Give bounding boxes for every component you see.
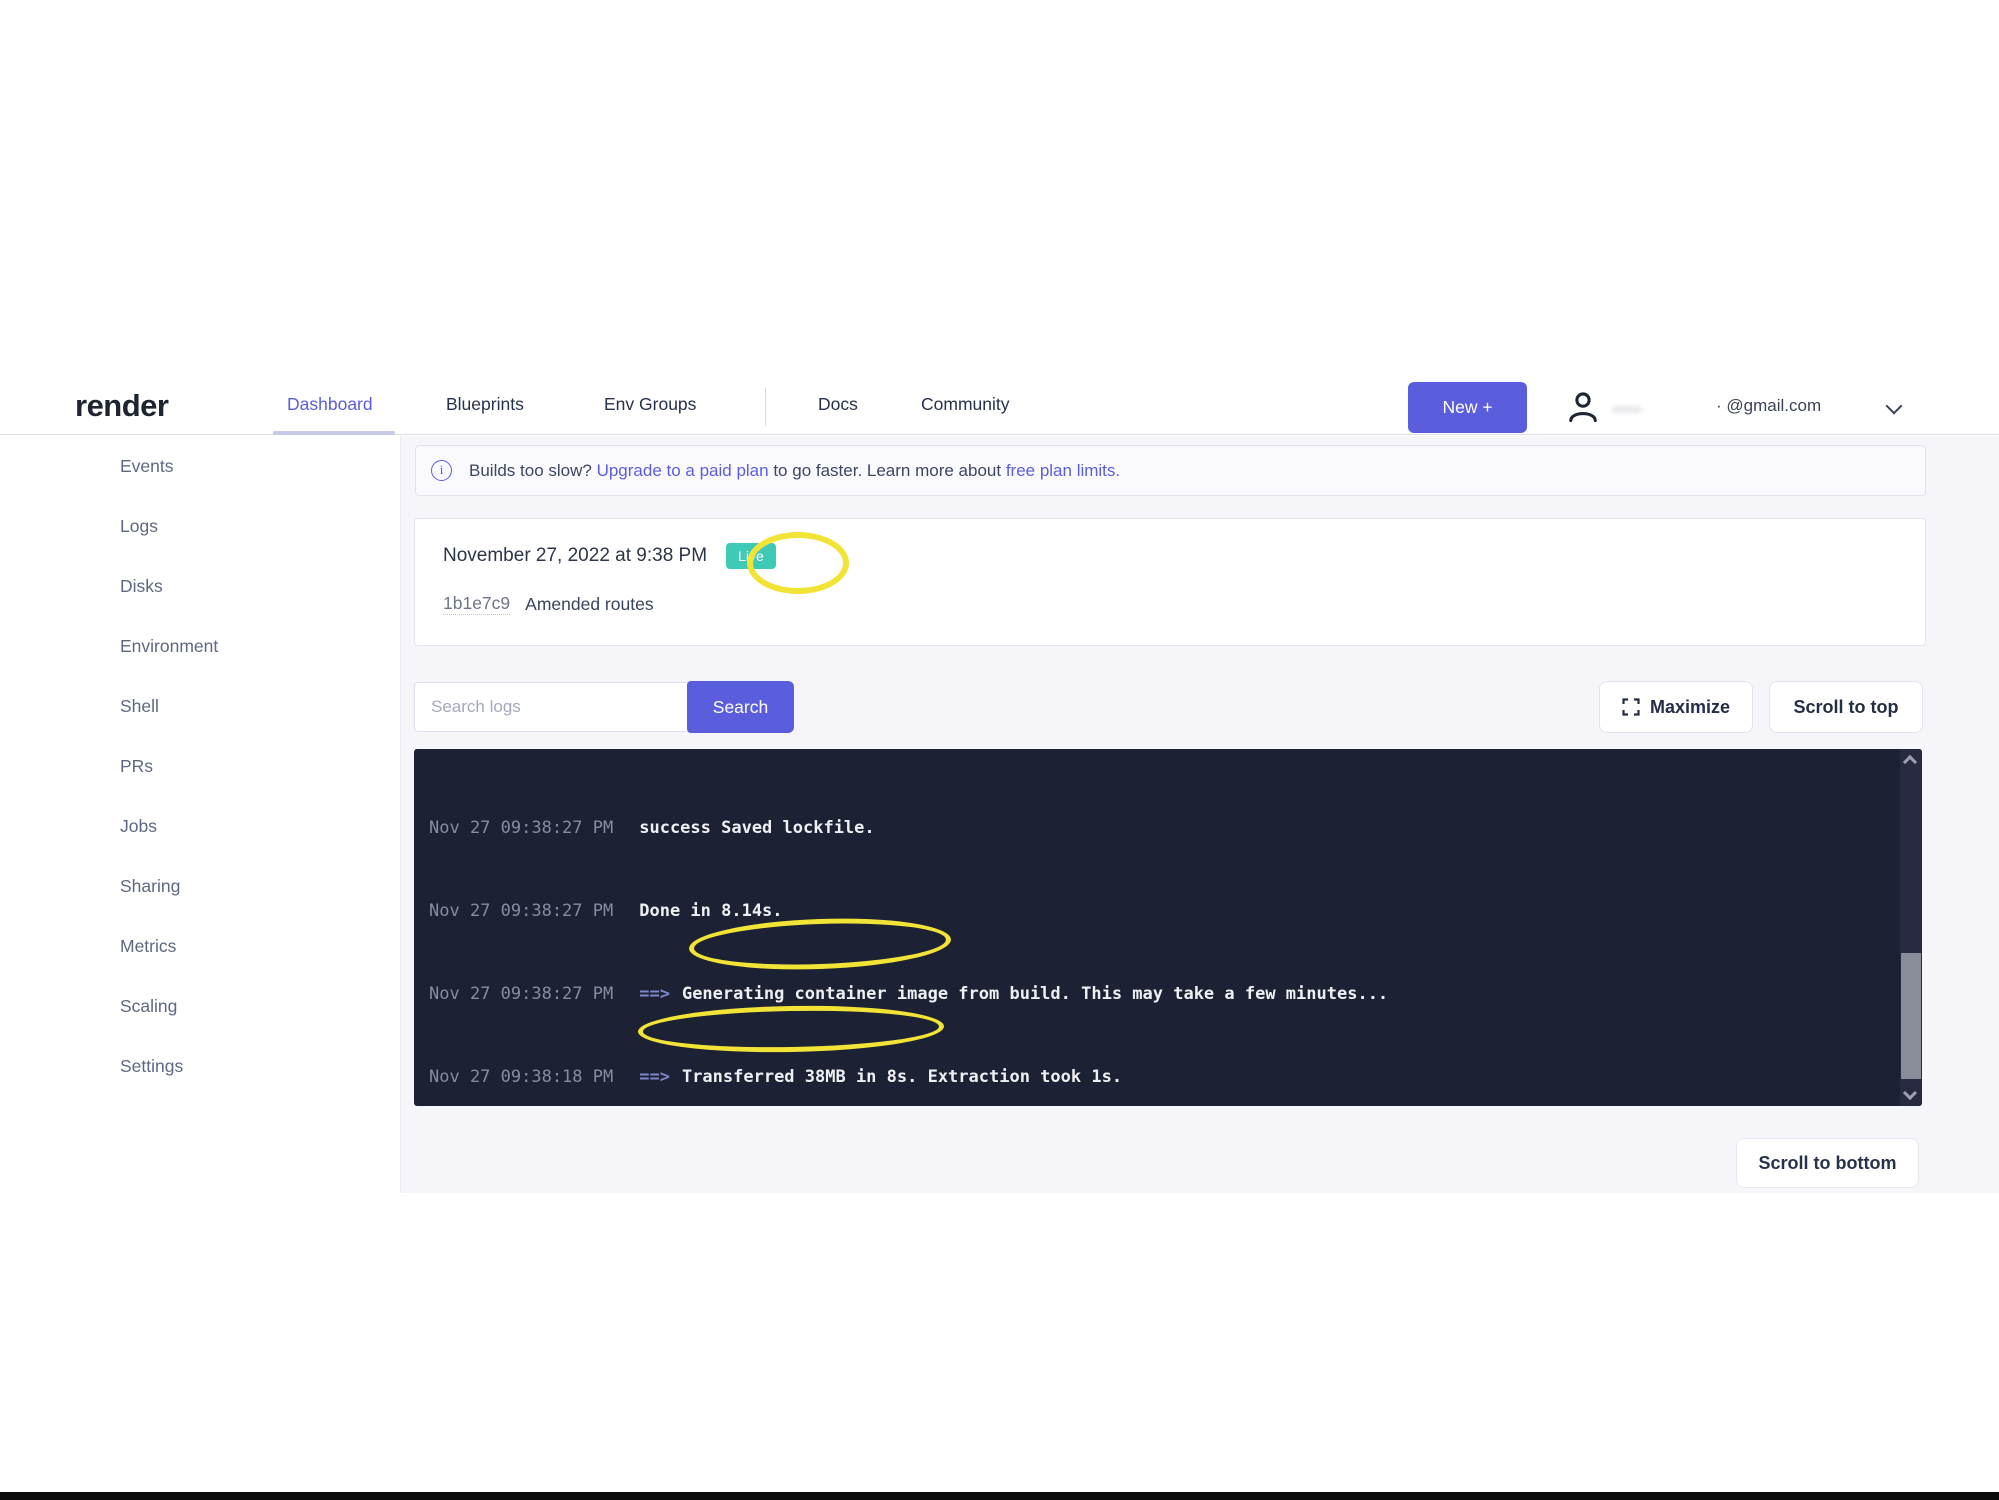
free-plan-limits-link[interactable]: free plan limits.: [1006, 461, 1120, 480]
upgrade-plan-link[interactable]: Upgrade to a paid plan: [597, 461, 769, 480]
search-button[interactable]: Search: [687, 681, 794, 733]
redacted-username: [1612, 406, 1642, 413]
log-timestamp: Nov 27 09:38:18 PM: [429, 1067, 613, 1087]
scroll-to-top-button[interactable]: Scroll to top: [1769, 681, 1923, 733]
commit-message: Amended routes: [525, 594, 653, 615]
log-lines: Nov 27 09:38:27 PM success Saved lockfile…: [414, 749, 1922, 1106]
log-message: success Saved lockfile.: [639, 818, 874, 838]
log-timestamp: Nov 27 09:38:27 PM: [429, 818, 613, 838]
log-timestamp: Nov 27 09:38:27 PM: [429, 984, 613, 1004]
sidebar-item-scaling[interactable]: Scaling: [0, 976, 400, 1036]
render-dashboard-page: render Dashboard Blueprints Env Groups D…: [0, 0, 1999, 1500]
info-icon: [431, 460, 452, 481]
log-terminal[interactable]: Nov 27 09:38:27 PM success Saved lockfile…: [414, 749, 1922, 1106]
deploy-commit-row: 1b1e7c9 Amended routes: [443, 593, 654, 615]
nav-tab-blueprints[interactable]: Blueprints: [446, 394, 524, 415]
log-line: Nov 27 09:38:27 PM Done in 8.14s.: [429, 898, 1882, 926]
log-message: Generating container image from build. T…: [682, 984, 1388, 1004]
logs-content-area: Builds too slow? Upgrade to a paid plan …: [400, 436, 1999, 1193]
scrollbar-down-arrow-icon[interactable]: [1903, 1086, 1917, 1100]
render-logo[interactable]: render: [75, 388, 168, 424]
maximize-label: Maximize: [1650, 697, 1730, 718]
commit-hash-link[interactable]: 1b1e7c9: [443, 593, 510, 615]
log-line: Nov 27 09:38:27 PM success Saved lockfile…: [429, 815, 1882, 843]
scrollbar-up-arrow-icon[interactable]: [1903, 755, 1917, 769]
sidebar-item-sharing[interactable]: Sharing: [0, 856, 400, 916]
sidebar-item-events[interactable]: Events: [0, 436, 400, 496]
deploy-header-row: November 27, 2022 at 9:38 PM Live: [443, 543, 776, 569]
new-button[interactable]: New +: [1408, 382, 1527, 433]
sidebar-item-jobs[interactable]: Jobs: [0, 796, 400, 856]
sidebar-item-settings[interactable]: Settings: [0, 1036, 400, 1096]
terminal-scrollbar[interactable]: [1900, 749, 1922, 1106]
sidebar-item-prs[interactable]: PRs: [0, 736, 400, 796]
deploy-date: November 27, 2022 at 9:38 PM: [443, 545, 707, 567]
nav-divider: [765, 388, 766, 426]
log-message: Done in 8.14s.: [639, 901, 782, 921]
search-logs-input[interactable]: [414, 682, 687, 732]
sidebar-item-logs[interactable]: Logs: [0, 496, 400, 556]
active-tab-indicator: [273, 431, 395, 435]
log-arrow: ==>: [639, 1067, 670, 1087]
bottom-black-bar: [0, 1492, 1999, 1500]
person-icon[interactable]: [1565, 390, 1601, 431]
sidebar-item-shell[interactable]: Shell: [0, 676, 400, 736]
expand-icon: [1622, 698, 1640, 716]
scroll-to-bottom-button[interactable]: Scroll to bottom: [1736, 1138, 1919, 1188]
log-line: Nov 27 09:38:27 PM ==> Generating containe…: [429, 981, 1882, 1009]
log-message: Transferred 38MB in 8s. Extraction took …: [682, 1067, 1122, 1087]
account-email[interactable]: · @gmail.com: [1716, 396, 1821, 416]
chevron-down-icon[interactable]: [1886, 398, 1903, 415]
nav-tab-env-groups[interactable]: Env Groups: [604, 394, 696, 415]
banner-text-before: Builds too slow?: [469, 461, 597, 480]
sidebar-item-disks[interactable]: Disks: [0, 556, 400, 616]
banner-text: Builds too slow? Upgrade to a paid plan …: [469, 461, 1120, 481]
live-status-badge: Live: [726, 543, 776, 569]
nav-tab-community[interactable]: Community: [921, 394, 1010, 415]
upgrade-banner: Builds too slow? Upgrade to a paid plan …: [415, 445, 1926, 496]
maximize-button[interactable]: Maximize: [1599, 681, 1753, 733]
top-nav-bar: render Dashboard Blueprints Env Groups D…: [0, 380, 1999, 435]
log-timestamp: Nov 27 09:38:27 PM: [429, 901, 613, 921]
service-sidebar: Events Logs Disks Environment Shell PRs …: [0, 436, 400, 1192]
nav-tab-docs[interactable]: Docs: [818, 394, 858, 415]
sidebar-item-environment[interactable]: Environment: [0, 616, 400, 676]
log-line: Nov 27 09:38:18 PM ==> Transferred 38MB in…: [429, 1064, 1882, 1092]
log-arrow: ==>: [639, 984, 670, 1004]
scrollbar-thumb[interactable]: [1901, 953, 1921, 1079]
banner-text-middle: to go faster. Learn more about: [769, 461, 1006, 480]
sidebar-item-metrics[interactable]: Metrics: [0, 916, 400, 976]
deploy-card: November 27, 2022 at 9:38 PM Live 1b1e7c…: [414, 518, 1926, 646]
nav-tab-dashboard[interactable]: Dashboard: [287, 394, 373, 415]
